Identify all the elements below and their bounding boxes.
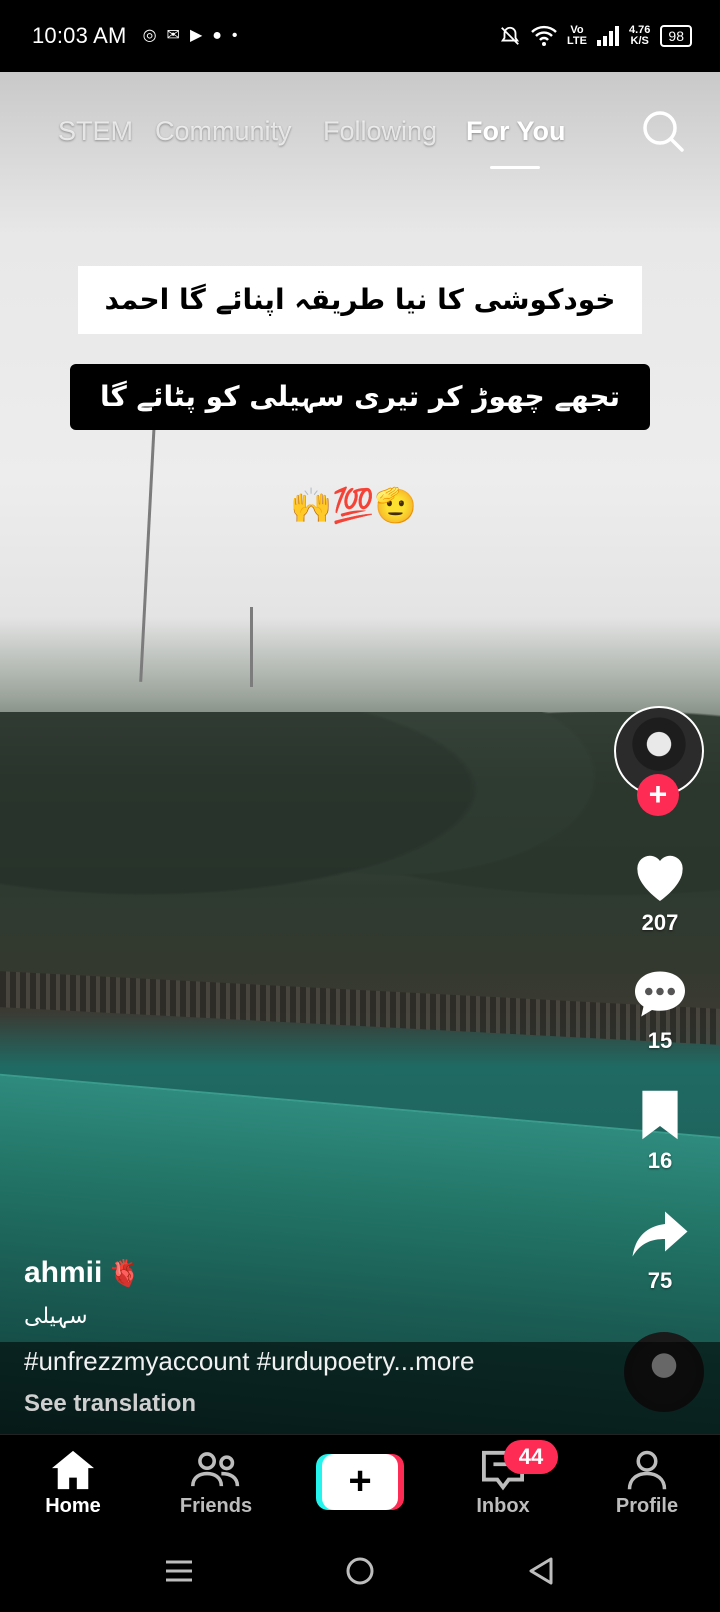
video-caption-line2: تجھے چھوڑ کر تیری سہیلی کو پٹائے گا xyxy=(70,364,650,430)
menu-icon[interactable] xyxy=(164,1556,194,1586)
bookmark-icon xyxy=(642,1090,678,1140)
battery-indicator: 98 xyxy=(660,25,692,47)
active-tab-indicator xyxy=(490,166,540,169)
network-speed: 4.76 K/S xyxy=(629,24,651,47)
video-caption-line1: خودکوشی کا نیا طریقہ اپنائے گا احمد xyxy=(78,266,642,334)
signal-icon xyxy=(597,26,619,46)
post-caption-area: #unfrezzmyaccount #urdupoetry...more See… xyxy=(0,1342,720,1434)
home-icon xyxy=(52,1450,94,1490)
nav-profile[interactable]: Profile xyxy=(592,1449,702,1518)
see-translation-link[interactable]: See translation xyxy=(24,1390,196,1418)
home-circle-icon[interactable] xyxy=(345,1556,375,1586)
video-caption-emoji: 🙌💯🫡 xyxy=(290,487,418,525)
friends-icon xyxy=(191,1452,240,1487)
aperture-icon: ◎ xyxy=(142,27,157,44)
antenna-pole xyxy=(139,422,156,682)
status-bar: 10:03 AM ◎ ✉ ▶ ● • Vo LTE 4.76 K/S 98 xyxy=(0,0,720,72)
like-button[interactable]: 207 xyxy=(620,848,700,936)
nav-friends[interactable]: Friends xyxy=(161,1449,271,1518)
comment-button[interactable]: 15 xyxy=(620,966,700,1054)
fence xyxy=(0,971,720,1045)
anatomical-heart-icon: 🫀 xyxy=(108,1257,141,1288)
gmail-icon: ✉ xyxy=(166,27,180,44)
save-button[interactable]: 16 xyxy=(620,1088,700,1174)
wifi-icon xyxy=(531,25,557,46)
tab-community[interactable]: Community xyxy=(155,116,292,147)
post-username[interactable]: ahmii 🫀 xyxy=(24,1256,141,1290)
save-count: 16 xyxy=(647,1148,673,1173)
dot-icon: • xyxy=(231,27,238,44)
profile-icon xyxy=(627,1450,667,1490)
inbox-badge: 44 xyxy=(504,1440,558,1474)
like-count: 207 xyxy=(641,910,679,935)
search-button[interactable] xyxy=(640,108,686,154)
comment-count: 15 xyxy=(647,1028,673,1053)
feed-tabs: STEM Community Following For You xyxy=(0,110,720,170)
comment-icon xyxy=(635,971,685,1017)
tab-for-you[interactable]: For You xyxy=(466,116,566,147)
share-button[interactable]: 75 xyxy=(620,1206,700,1294)
trees xyxy=(0,712,720,972)
tab-stem[interactable]: STEM xyxy=(58,116,133,147)
follow-button[interactable]: + xyxy=(637,774,679,816)
status-time: 10:03 AM xyxy=(32,23,127,48)
plus-icon: + xyxy=(322,1454,398,1510)
volte-indicator: Vo LTE xyxy=(567,24,587,47)
nav-home[interactable]: Home xyxy=(18,1449,128,1518)
post-hashtags[interactable]: #unfrezzmyaccount #urdupoetry...more xyxy=(24,1346,474,1377)
youtube-icon: ▶ xyxy=(189,27,203,44)
mute-bell-icon xyxy=(500,26,520,45)
tab-following[interactable]: Following xyxy=(323,116,437,147)
system-nav-bar xyxy=(0,1534,720,1612)
share-count: 75 xyxy=(647,1268,673,1293)
username-text: ahmii xyxy=(24,1256,103,1289)
chat-icon: ● xyxy=(212,27,222,44)
share-arrow-icon xyxy=(632,1211,688,1257)
post-description: سہیلی xyxy=(24,1304,88,1329)
search-icon xyxy=(643,111,684,152)
create-button[interactable]: + xyxy=(316,1454,404,1510)
status-notification-icons: ◎ ✉ ▶ ● • xyxy=(143,28,238,44)
back-icon[interactable] xyxy=(526,1556,556,1586)
heart-icon xyxy=(637,855,683,901)
lamp-pole xyxy=(250,607,253,687)
status-system-icons: Vo LTE 4.76 K/S 98 xyxy=(499,25,692,47)
